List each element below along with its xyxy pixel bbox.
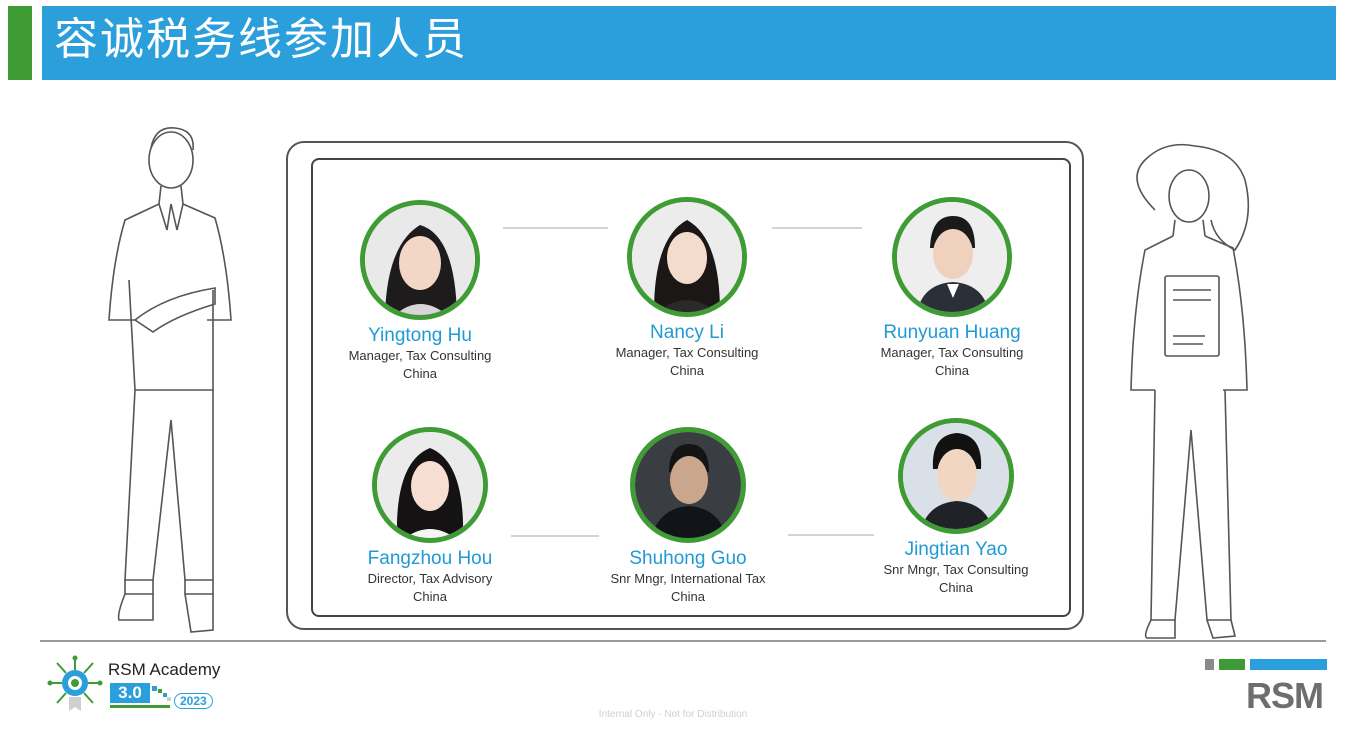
portrait-photo-icon	[632, 202, 742, 312]
person-country: China	[413, 589, 447, 604]
avatar	[627, 197, 747, 317]
avatar	[372, 427, 488, 543]
person-role: Manager, Tax Consulting	[615, 345, 759, 360]
person-country: China	[670, 363, 704, 378]
person-name: Nancy Li	[650, 322, 724, 343]
rsm-logo-bars-icon	[1205, 659, 1327, 670]
person-name: Yingtong Hu	[368, 325, 472, 346]
person-name: Shuhong Guo	[629, 548, 747, 569]
person-name: Jingtian Yao	[904, 539, 1008, 560]
person-country: China	[403, 366, 437, 381]
man-illustration-icon	[108, 127, 232, 633]
person-card: Jingtian Yao Snr Mngr, Tax Consulting Ch…	[846, 418, 1066, 597]
academy-version: 3.0	[110, 683, 150, 703]
person-name: Runyuan Huang	[883, 322, 1021, 343]
floor-line	[40, 640, 1326, 642]
rsm-logo: RSM	[1246, 675, 1324, 716]
academy-title: RSM Academy	[108, 660, 221, 679]
rsm-academy-logo-icon	[47, 655, 103, 711]
portrait-photo-icon	[365, 205, 475, 315]
person-country: China	[935, 363, 969, 378]
avatar	[630, 427, 746, 543]
avatar	[898, 418, 1014, 534]
person-role: Director, Tax Advisory	[367, 571, 493, 586]
avatar	[360, 200, 480, 320]
person-role: Snr Mngr, International Tax	[610, 571, 766, 586]
academy-underline	[110, 705, 170, 708]
person-card: Yingtong Hu Manager, Tax Consulting Chin…	[310, 200, 530, 383]
person-country: China	[671, 589, 705, 604]
woman-illustration-icon	[1130, 143, 1250, 639]
portrait-photo-icon	[377, 432, 483, 538]
portrait-photo-icon	[635, 432, 741, 538]
person-card: Runyuan Huang Manager, Tax Consulting Ch…	[842, 197, 1062, 380]
header-accent-bar	[8, 6, 32, 80]
person-role: Manager, Tax Consulting	[880, 345, 1024, 360]
avatar	[892, 197, 1012, 317]
distribution-note: Internal Only - Not for Distribution	[598, 709, 748, 720]
portrait-photo-icon	[897, 202, 1007, 312]
page-title: 容诚税务线参加人员	[54, 14, 468, 65]
academy-year: 2023	[174, 693, 213, 709]
person-name: Fangzhou Hou	[367, 548, 493, 569]
person-card: Shuhong Guo Snr Mngr, International Tax …	[578, 427, 798, 606]
person-role: Snr Mngr, Tax Consulting	[883, 562, 1029, 577]
pixel-pattern-icon	[152, 686, 171, 701]
person-card: Fangzhou Hou Director, Tax Advisory Chin…	[320, 427, 540, 606]
portrait-photo-icon	[903, 423, 1009, 529]
person-card: Nancy Li Manager, Tax Consulting China	[577, 197, 797, 380]
person-role: Manager, Tax Consulting	[348, 348, 492, 363]
person-country: China	[939, 580, 973, 595]
